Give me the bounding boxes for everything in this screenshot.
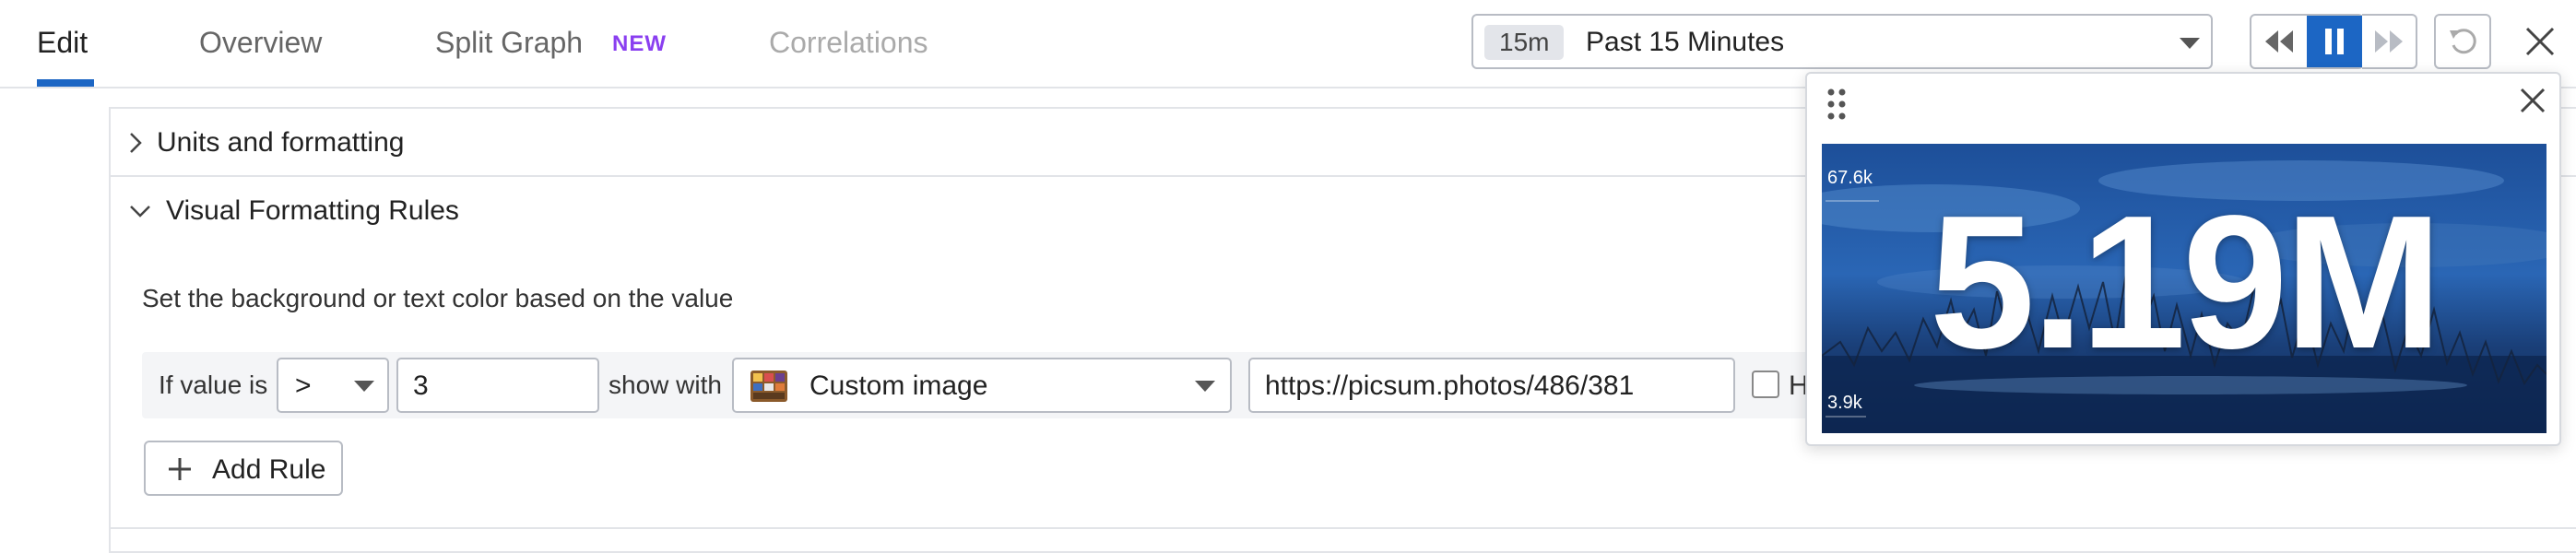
active-tab-indicator	[37, 79, 94, 87]
query-value-preview: 5.19M 67.6k 3.9k	[1822, 144, 2546, 433]
chevron-down-icon	[354, 381, 374, 392]
fast-forward-group	[2362, 14, 2417, 69]
units-section-toggle[interactable]: Units and formatting	[129, 127, 404, 159]
operator-select[interactable]: >	[277, 358, 389, 413]
chevron-down-icon	[1195, 381, 1215, 392]
drag-handle-icon[interactable]	[1827, 88, 1846, 120]
time-range-label: Past 15 Minutes	[1586, 27, 1785, 57]
threshold-input[interactable]: 3	[396, 358, 599, 413]
refresh-icon	[2450, 29, 2476, 54]
chevron-down-icon	[130, 206, 150, 218]
y-axis-max-label: 67.6k	[1827, 168, 1873, 188]
style-select[interactable]: Custom image	[732, 358, 1232, 413]
time-range-select[interactable]: 15m Past 15 Minutes	[1471, 14, 2213, 69]
chevron-right-icon	[130, 133, 142, 153]
reset-button-inner	[2436, 16, 2489, 67]
tab-edit[interactable]: Edit	[37, 24, 88, 61]
add-rule-button[interactable]: Add Rule	[144, 441, 343, 496]
add-rule-label: Add Rule	[212, 454, 326, 485]
threshold-value: 3	[413, 371, 429, 401]
tab-overview[interactable]: Overview	[199, 24, 322, 61]
reset-button[interactable]	[2434, 14, 2491, 69]
rewind-button[interactable]	[2251, 16, 2307, 67]
visual-rules-section-toggle[interactable]: Visual Formatting Rules	[129, 195, 459, 227]
style-value: Custom image	[809, 371, 988, 401]
image-url-input[interactable]: https://picsum.photos/486/381	[1248, 358, 1735, 413]
fast-forward-button[interactable]	[2362, 16, 2416, 67]
visual-rules-section-title: Visual Formatting Rules	[166, 195, 459, 226]
custom-image-icon	[750, 371, 787, 402]
operator-value: >	[295, 371, 312, 401]
image-url-value: https://picsum.photos/486/381	[1265, 371, 1635, 401]
pause-icon	[2325, 29, 2344, 54]
playback-controls	[2250, 14, 2364, 69]
rule-checkbox[interactable]	[1752, 371, 1779, 398]
tab-correlations[interactable]: Correlations	[769, 24, 928, 61]
plus-icon	[169, 458, 191, 480]
close-icon[interactable]	[2524, 26, 2556, 57]
new-badge: NEW	[612, 31, 667, 56]
rules-description: Set the background or text color based o…	[142, 284, 734, 312]
chevron-down-icon	[2180, 38, 2200, 49]
pause-button[interactable]	[2307, 16, 2362, 67]
rewind-icon	[2265, 30, 2293, 53]
units-section-title: Units and formatting	[157, 127, 405, 158]
divider	[111, 527, 2576, 529]
preview-popover: 5.19M 67.6k 3.9k	[1805, 72, 2561, 446]
y-axis-min-label: 3.9k	[1827, 393, 1862, 413]
fast-forward-icon	[2375, 30, 2403, 53]
show-with-label: show with	[609, 371, 722, 399]
if-value-is-label: If value is	[159, 371, 268, 399]
tab-split-graph[interactable]: Split Graph	[435, 24, 583, 61]
query-value: 5.19M	[1929, 176, 2443, 388]
close-icon[interactable]	[2519, 87, 2546, 114]
time-range-chip: 15m	[1484, 25, 1565, 60]
